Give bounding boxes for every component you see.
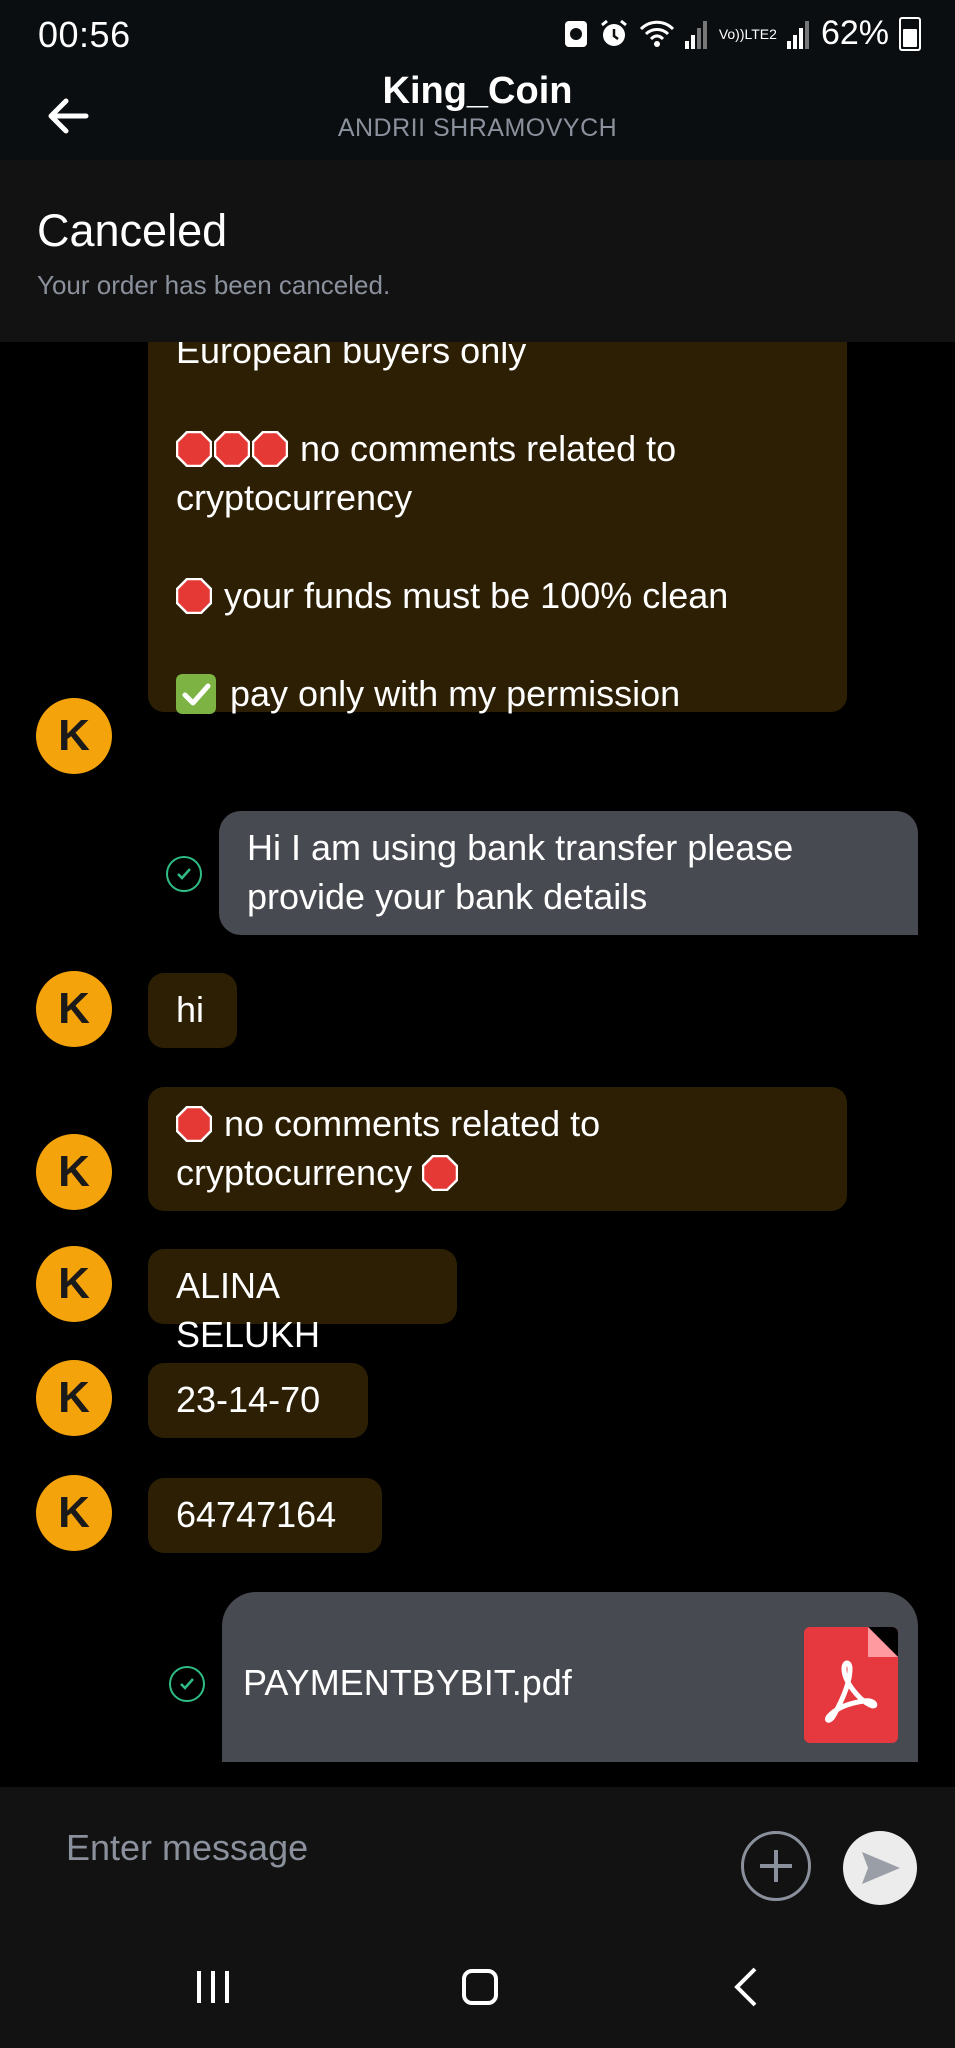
arrow-left-icon <box>48 98 89 134</box>
chat-messages[interactable]: European buyers only no comments related… <box>0 342 955 1787</box>
counterparty-fullname: ANDRII SHRAMOVYCH <box>337 114 618 142</box>
battery-percent: 62% <box>820 14 889 52</box>
incoming-message: hi <box>148 973 237 1048</box>
back-nav-button[interactable] <box>712 1957 782 2017</box>
send-button[interactable] <box>843 1831 917 1905</box>
order-status-title: Canceled <box>37 205 228 256</box>
order-status-panel: Canceled Your order has been canceled. <box>0 160 955 342</box>
avatar: K <box>36 971 112 1047</box>
avatar: K <box>36 1475 112 1551</box>
message-input[interactable]: Enter message <box>66 1827 308 1869</box>
add-attachment-button[interactable] <box>741 1831 811 1901</box>
order-status-description: Your order has been canceled. <box>37 270 391 300</box>
status-time: 00:56 <box>38 14 131 55</box>
recent-apps-icon <box>197 1971 229 2003</box>
battery-icon <box>899 16 921 51</box>
home-icon <box>462 1969 498 2005</box>
stop-sign-icon <box>176 578 212 614</box>
data-saver-icon <box>563 19 589 49</box>
pdf-file-icon <box>804 1627 898 1743</box>
recent-apps-button[interactable] <box>178 1957 248 2017</box>
sent-check-icon <box>169 1666 205 1702</box>
stop-sign-icon <box>422 1155 459 1191</box>
incoming-message: ALINA SELUKH <box>148 1249 457 1355</box>
terms-message: European buyers only no comments related… <box>148 342 847 714</box>
terms-line-clean-funds: your funds must be 100% clean <box>176 571 819 620</box>
stop-sign-icon <box>214 431 250 467</box>
stop-sign-icon <box>176 1106 212 1142</box>
status-bar: 00:56 Vo)) LTE2 62% <box>0 0 955 70</box>
chevron-left-icon <box>734 1967 757 2007</box>
avatar: K <box>36 1360 112 1436</box>
home-button[interactable] <box>445 1957 515 2017</box>
file-attachment[interactable]: PAYMENTBYBIT.pdf <box>222 1592 918 1762</box>
alarm-icon <box>599 19 629 49</box>
chat-header: King_Coin ANDRII SHRAMOVYCH <box>0 70 955 160</box>
counterparty-name: King_Coin <box>382 70 573 112</box>
avatar: K <box>36 1246 112 1322</box>
outgoing-message: Hi I am using bank transfer please provi… <box>219 811 918 935</box>
avatar: K <box>36 698 112 774</box>
incoming-message: 64747164 <box>148 1478 382 1553</box>
message-input-bar: Enter message <box>0 1787 955 1927</box>
avatar: K <box>36 1134 112 1210</box>
incoming-message: 23-14-70 <box>148 1363 368 1438</box>
terms-line-european: European buyers only <box>176 342 527 371</box>
plus-circle-icon <box>760 1850 792 1882</box>
back-button[interactable] <box>40 88 96 144</box>
file-name: PAYMENTBYBIT.pdf <box>243 1662 572 1703</box>
terms-line-permission: pay only with my permission <box>176 669 819 718</box>
wifi-icon <box>639 19 675 49</box>
stop-sign-icon <box>252 431 288 467</box>
signal-icon-1 <box>684 19 709 49</box>
stop-sign-icon <box>176 431 212 467</box>
check-mark-icon <box>176 674 216 714</box>
send-icon <box>862 1852 900 1884</box>
terms-line-no-comments: no comments related to cryptocurrency <box>176 428 677 518</box>
sent-check-icon <box>166 856 202 892</box>
status-icons: Vo)) LTE2 62% <box>563 14 921 53</box>
lte-indicator: Vo)) LTE2 <box>718 25 777 42</box>
signal-icon-2 <box>786 19 811 49</box>
incoming-message: no comments related to cryptocurrency <box>148 1087 847 1211</box>
system-nav-bar <box>0 1927 955 2048</box>
